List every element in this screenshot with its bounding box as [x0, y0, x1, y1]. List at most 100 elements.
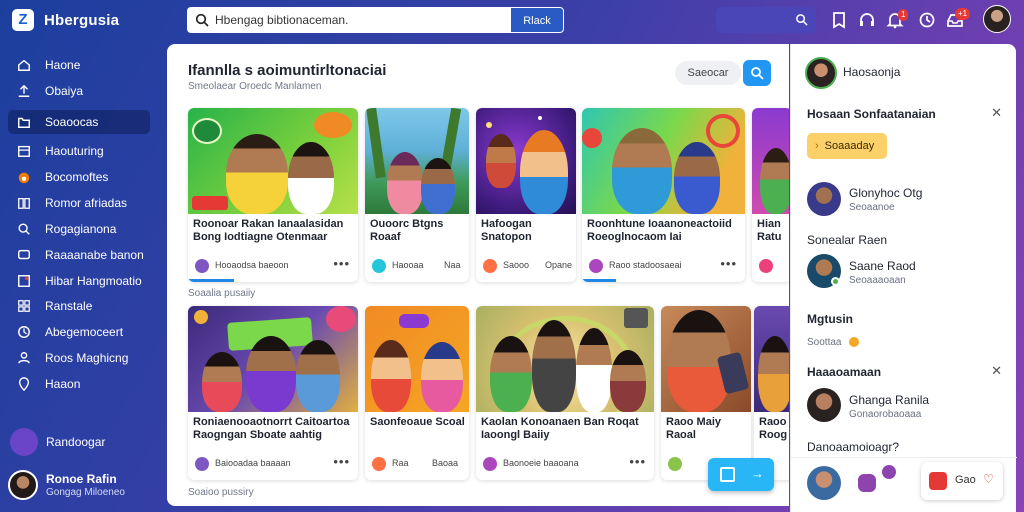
channel-avatar[interactable]	[372, 259, 386, 273]
video-title[interactable]: Hafoogan Snatopon	[481, 218, 573, 244]
video-title[interactable]: Roniaenooaotnorrt Caitoartoa Raogngan Sb…	[193, 416, 353, 442]
channel-name[interactable]: Raoo stadoosaeai	[609, 260, 682, 270]
video-card[interactable]: Hian Ratu	[752, 108, 789, 282]
video-thumbnail[interactable]	[661, 306, 751, 412]
channel-name[interactable]: Hooaodsa baeoon	[215, 260, 289, 270]
close-icon[interactable]: ✕	[991, 363, 1002, 379]
video-title[interactable]: Hian Ratu	[757, 218, 789, 244]
video-card[interactable]: Ouoorc Btgns Roaaf Haooaa Naa	[365, 108, 469, 282]
channel-name[interactable]: Baonoeie baaoana	[503, 458, 579, 468]
channel-name[interactable]: Baiooadaa baaaan	[215, 458, 291, 468]
channel-avatar[interactable]	[483, 457, 497, 471]
suggested-user-avatar[interactable]	[807, 388, 841, 422]
filter-search-button[interactable]	[743, 60, 771, 86]
floating-action-button[interactable]: →	[708, 458, 774, 491]
video-thumbnail[interactable]	[582, 108, 745, 214]
video-card[interactable]: Kaolan Konoanaen Ban Roqat Iaoongl Baiiy…	[476, 306, 654, 480]
activity-icon[interactable]	[918, 11, 936, 29]
sidebar-item-3[interactable]: Haouturing	[8, 139, 150, 163]
video-title[interactable]: Saonfeoaue Scoal	[370, 416, 466, 429]
video-card[interactable]: Roniaenooaotnorrt Caitoartoa Raogngan Sb…	[188, 306, 358, 480]
video-thumbnail[interactable]	[476, 306, 654, 412]
headphones-icon[interactable]	[858, 11, 876, 29]
sidebar-item-2[interactable]: Soaoocas	[8, 110, 150, 134]
app-icon	[929, 472, 947, 490]
video-card[interactable]: Hafoogan Snatopon Saooo Opane	[476, 108, 576, 282]
secondary-search[interactable]	[716, 7, 816, 33]
profile-icon[interactable]	[10, 428, 38, 456]
video-thumbnail[interactable]	[188, 306, 358, 412]
video-title[interactable]: Ouoorc Btgns Roaaf	[370, 218, 466, 244]
channel-avatar[interactable]	[589, 259, 603, 273]
video-thumbnail[interactable]	[754, 306, 789, 412]
sidebar-item-12[interactable]: Haaon	[8, 372, 150, 396]
sidebar-item-9[interactable]: Ranstale	[8, 294, 150, 318]
search-bar[interactable]: Hbengag bibtionaceman.	[187, 7, 510, 33]
video-title[interactable]: Roonhtune Ioaanoneactoiid Roeoglnocaom I…	[587, 218, 742, 244]
user-icon[interactable]	[882, 465, 896, 479]
filter-input[interactable]: Saeocar	[675, 61, 741, 85]
channel-tag[interactable]: Opane	[545, 260, 572, 270]
user-avatar[interactable]	[983, 5, 1011, 33]
sidebar-item-4[interactable]: Bocomoftes	[8, 165, 150, 189]
video-thumbnail[interactable]	[752, 108, 789, 214]
reaction-chip[interactable]: Gao ♡	[921, 462, 1003, 500]
sidebar-item-6[interactable]: Rogagianona	[8, 217, 150, 241]
channel-avatar[interactable]	[483, 259, 497, 273]
app-logo[interactable]: Z	[12, 9, 34, 31]
channel-name[interactable]: Raa	[392, 458, 409, 468]
brand-name[interactable]: Hbergusia	[44, 12, 119, 29]
suggested-user-subtitle: Seoaaaoaan	[849, 275, 906, 286]
sidebar-item-1[interactable]: Obaiya	[8, 79, 150, 103]
video-card[interactable]: Raoo Roog	[754, 306, 789, 480]
video-thumbnail[interactable]	[365, 306, 469, 412]
sidebar-item-7[interactable]: Raaaanabe banon	[8, 243, 150, 267]
more-options-icon[interactable]: •••	[629, 454, 646, 469]
more-options-icon[interactable]: •••	[333, 454, 350, 469]
video-title[interactable]: Roonoar Rakan Ianaalasidan Bong Iodtiagn…	[193, 218, 353, 244]
suggested-user-name[interactable]: Ghanga Ranila	[849, 393, 929, 407]
close-icon[interactable]: ✕	[991, 105, 1002, 121]
video-title[interactable]: Raoo Roog	[759, 416, 789, 442]
bookmark-icon[interactable]	[830, 11, 848, 29]
suggested-user-avatar[interactable]	[807, 466, 841, 500]
video-thumbnail[interactable]	[476, 108, 576, 214]
sidebar-item-0[interactable]: Haone	[8, 53, 150, 77]
video-card[interactable]: Roonoar Rakan Ianaalasidan Bong Iodtiagn…	[188, 108, 358, 282]
video-title[interactable]: Kaolan Konoanaen Ban Roqat Iaoongl Baiiy	[481, 416, 651, 442]
search-input[interactable]: Hbengag bibtionaceman.	[215, 13, 348, 27]
sidebar-user-name[interactable]: Ronoe Rafin	[46, 472, 117, 486]
panel-section-title: Mgtusin	[807, 312, 853, 326]
suggested-user-name[interactable]: Saane Raod	[849, 259, 916, 273]
suggested-user-name[interactable]: Glonyhoc Otg	[849, 186, 922, 200]
video-card[interactable]: Saonfeoaue Scoal Raa Baoaa	[365, 306, 469, 480]
user-avatar[interactable]	[805, 57, 837, 89]
channel-tag[interactable]: Naa	[444, 260, 461, 270]
search-button[interactable]: Rlack	[510, 7, 564, 33]
channel-avatar[interactable]	[372, 457, 386, 471]
channel-tag[interactable]: Baoaa	[432, 458, 458, 468]
video-card[interactable]: Raoo Maiy Raoal	[661, 306, 751, 480]
more-options-icon[interactable]: •••	[333, 256, 350, 271]
channel-avatar[interactable]	[759, 259, 773, 273]
channel-avatar[interactable]	[195, 259, 209, 273]
follow-button[interactable]: › Soaaaday	[807, 133, 887, 159]
channel-name[interactable]: Saooo	[503, 260, 529, 270]
sidebar-item-5[interactable]: Romor afriadas	[8, 191, 150, 215]
video-thumbnail[interactable]	[365, 108, 469, 214]
suggested-user-avatar[interactable]	[807, 182, 841, 216]
channel-name[interactable]: Haooaa	[392, 260, 424, 270]
video-thumbnail[interactable]	[188, 108, 358, 214]
sidebar-item-11[interactable]: Roos Maghicng	[8, 346, 150, 370]
sidebar-user-avatar[interactable]	[8, 470, 38, 500]
panel-user-name[interactable]: Haosaonja	[843, 65, 900, 79]
sidebar-item-10[interactable]: Abegemoceert	[8, 320, 150, 344]
channel-avatar[interactable]	[195, 457, 209, 471]
video-card[interactable]: Roonhtune Ioaanoneactoiid Roeoglnocaom I…	[582, 108, 745, 282]
more-options-icon[interactable]: •••	[720, 256, 737, 271]
video-title[interactable]: Raoo Maiy Raoal	[666, 416, 748, 442]
profile-label[interactable]: Randoogar	[46, 435, 105, 449]
channel-avatar[interactable]	[668, 457, 682, 471]
sidebar-item-8[interactable]: Hibar Hangmoatio	[8, 269, 150, 293]
chat-icon[interactable]	[858, 474, 876, 492]
